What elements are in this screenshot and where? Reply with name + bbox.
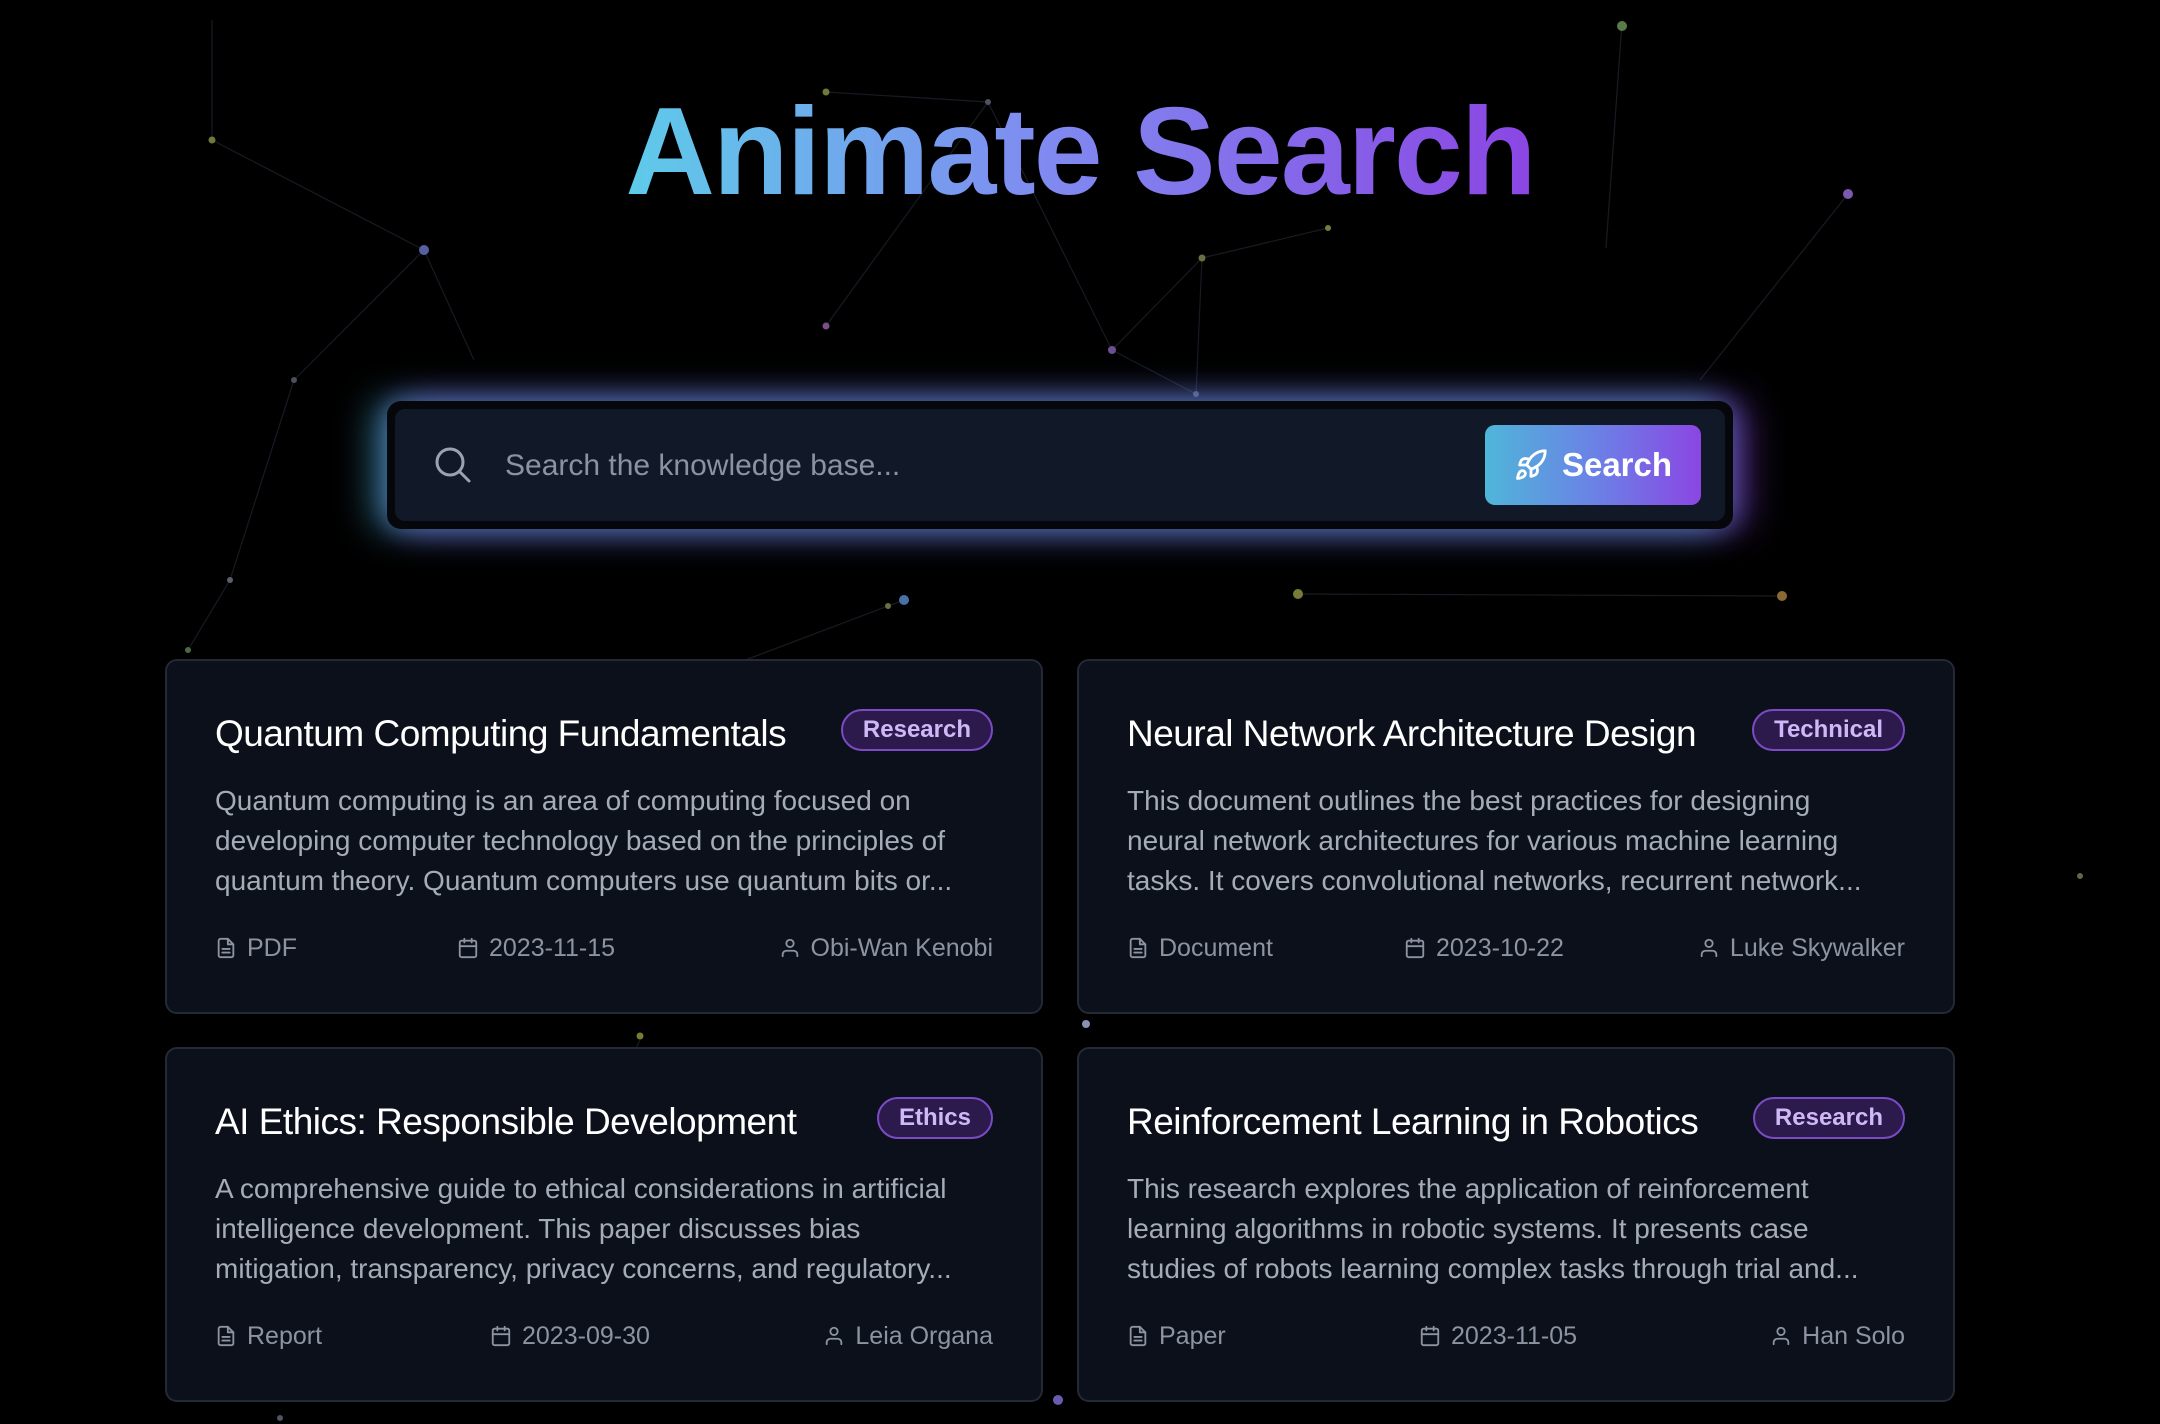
file-icon: [1129, 937, 1147, 959]
card-title[interactable]: Neural Network Architecture Design: [1127, 713, 1697, 755]
file-icon: [1129, 1325, 1147, 1347]
meta-author-label: Obi-Wan Kenobi: [810, 933, 994, 962]
card-description: Quantum computing is an area of computin…: [215, 781, 1005, 901]
page-title: Animate Search: [0, 82, 2160, 222]
category-badge: Technical: [1752, 709, 1905, 751]
card-title[interactable]: Quantum Computing Fundamentals: [215, 713, 787, 755]
search-input[interactable]: [503, 433, 1347, 499]
meta-date: 2023-11-15: [457, 930, 615, 966]
meta-author-label: Luke Skywalker: [1729, 933, 1905, 962]
meta-type-label: Paper: [1159, 1321, 1226, 1350]
meta-type-label: Report: [247, 1321, 323, 1350]
description-line: tasks. It covers convolutional networks,…: [1127, 865, 1862, 896]
search-icon: [435, 447, 471, 483]
meta-type-label: Document: [1159, 933, 1273, 962]
description-line: Quantum computing is an area of computin…: [215, 785, 911, 816]
result-card[interactable]: AI Ethics: Responsible Development Ethic…: [165, 1047, 1043, 1402]
card-description: This document outlines the best practice…: [1127, 781, 1917, 901]
category-badge: Research: [1752, 1097, 1905, 1139]
meta-author: Leia Organa: [823, 1318, 993, 1354]
meta-author: Luke Skywalker: [1698, 930, 1905, 966]
description-line: quantum theory. Quantum computers use qu…: [215, 865, 953, 896]
file-icon: [217, 937, 235, 959]
meta-date-label: 2023-11-15: [489, 933, 616, 962]
meta-author-label: Han Solo: [1802, 1321, 1905, 1350]
user-icon: [826, 1326, 843, 1346]
user-icon: [781, 938, 798, 958]
result-card[interactable]: Neural Network Architecture Design Techn…: [1077, 659, 1955, 1014]
meta-type: PDF: [215, 930, 297, 966]
meta-date-label: 2023-11-05: [1451, 1321, 1578, 1350]
calendar-icon: [458, 937, 478, 959]
meta-date-label: 2023-09-30: [522, 1321, 650, 1350]
meta-author: Han Solo: [1770, 1318, 1905, 1354]
page: Animate Search Search Quantum Computing …: [0, 0, 2160, 1424]
user-icon: [1700, 938, 1718, 958]
result-card[interactable]: Quantum Computing Fundamentals Research …: [165, 659, 1043, 1014]
meta-type: Document: [1127, 930, 1273, 966]
meta-date-label: 2023-10-22: [1436, 933, 1564, 962]
card-title[interactable]: AI Ethics: Responsible Development: [215, 1101, 797, 1143]
page-title-text: Animate Search: [625, 83, 1536, 221]
meta-type: Report: [215, 1318, 322, 1354]
description-line: developing computer technology based on …: [215, 825, 946, 856]
search-bar-inner: Search: [395, 409, 1725, 521]
calendar-icon: [491, 1325, 511, 1347]
meta-author-label: Leia Organa: [855, 1321, 993, 1350]
search-button-label: Search: [1561, 446, 1673, 483]
meta-date: 2023-10-22: [1404, 930, 1564, 966]
calendar-icon: [1405, 937, 1425, 959]
meta-type: Paper: [1127, 1318, 1226, 1354]
rocket-icon: [1516, 449, 1547, 480]
description-line: learning algorithms in robotic systems. …: [1127, 1213, 1809, 1244]
card-description: This research explores the application o…: [1127, 1169, 1917, 1289]
search-bar: Search: [387, 401, 1733, 529]
calendar-icon: [1420, 1325, 1440, 1347]
description-line: This research explores the application o…: [1127, 1173, 1809, 1204]
card-description: A comprehensive guide to ethical conside…: [215, 1169, 1005, 1289]
file-icon: [217, 1325, 235, 1347]
description-line: studies of robots learning complex tasks…: [1127, 1253, 1859, 1284]
meta-type-label: PDF: [247, 933, 297, 962]
category-badge: Research: [840, 709, 993, 751]
card-title[interactable]: Reinforcement Learning in Robotics: [1127, 1101, 1699, 1143]
description-line: A comprehensive guide to ethical conside…: [215, 1173, 947, 1204]
user-icon: [1772, 1326, 1790, 1346]
category-badge: Ethics: [876, 1097, 993, 1139]
description-line: mitigation, transparency, privacy concer…: [215, 1253, 952, 1284]
meta-author: Obi-Wan Kenobi: [779, 930, 994, 966]
meta-date: 2023-09-30: [490, 1318, 650, 1354]
description-line: intelligence development. This paper dis…: [215, 1213, 861, 1244]
description-line: neural network architectures for various…: [1127, 825, 1839, 856]
search-button[interactable]: Search: [1485, 425, 1701, 505]
result-card[interactable]: Reinforcement Learning in Robotics Resea…: [1077, 1047, 1955, 1402]
meta-date: 2023-11-05: [1419, 1318, 1577, 1354]
description-line: This document outlines the best practice…: [1127, 785, 1811, 816]
